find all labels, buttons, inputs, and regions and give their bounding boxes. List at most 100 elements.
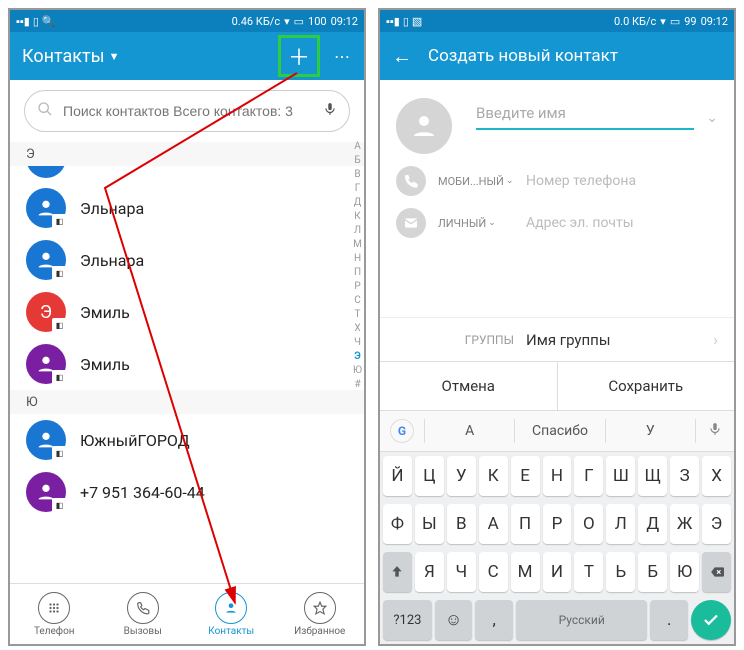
more-menu-button[interactable]: ⋯ xyxy=(334,47,352,66)
phone-input[interactable]: Номер телефона xyxy=(526,167,718,195)
index-letter[interactable]: К xyxy=(354,210,360,224)
contact-name: Эмиль xyxy=(80,303,130,322)
key-letter[interactable]: В xyxy=(447,504,476,544)
key-letter[interactable]: Ч xyxy=(447,552,476,592)
key-letter[interactable]: Г xyxy=(574,456,603,496)
key-123[interactable]: ?123 xyxy=(383,600,432,640)
avatar: Э◧ xyxy=(26,292,66,332)
email-type-dropdown[interactable]: ЛИЧНЫЙ⌄ xyxy=(438,217,514,230)
chevron-down-icon[interactable]: ▼ xyxy=(109,50,120,63)
wifi-icon: ▾ xyxy=(660,15,666,28)
nav-contacts[interactable]: Контакты xyxy=(187,584,276,644)
key-letter[interactable]: Л xyxy=(606,504,635,544)
name-input[interactable]: Введите имя xyxy=(476,104,694,130)
avatar-placeholder[interactable] xyxy=(396,98,452,154)
list-scroll[interactable]: Э ◧Эльнара ◧Эльнара Э◧ Эмиль ◧Эмиль Ю ◧Юж… xyxy=(10,142,364,583)
nav-telephone[interactable]: Телефон xyxy=(10,584,99,644)
key-comma[interactable]: , xyxy=(475,600,513,640)
key-letter[interactable]: О xyxy=(574,504,603,544)
mic-icon[interactable] xyxy=(323,100,337,122)
key-letter[interactable]: З xyxy=(670,456,699,496)
key-letter[interactable]: Х xyxy=(702,456,731,496)
save-button[interactable]: Сохранить xyxy=(558,362,735,410)
index-letter[interactable]: Э xyxy=(354,350,360,364)
key-backspace[interactable] xyxy=(702,552,731,592)
key-letter[interactable]: Б xyxy=(638,552,667,592)
key-letter[interactable]: Ы xyxy=(415,504,444,544)
key-letter[interactable]: С xyxy=(479,552,508,592)
index-letter[interactable]: Х xyxy=(354,322,360,336)
page-title[interactable]: Контакты xyxy=(22,46,105,67)
key-letter[interactable]: Ю xyxy=(670,552,699,592)
phone-type-dropdown[interactable]: МОБИ...НЫЙ⌄ xyxy=(438,175,514,188)
key-letter[interactable]: Щ xyxy=(638,456,667,496)
key-letter[interactable]: Т xyxy=(574,552,603,592)
key-letter[interactable]: Д xyxy=(638,504,667,544)
voice-input-icon[interactable] xyxy=(708,420,722,442)
google-icon[interactable]: G xyxy=(390,419,414,443)
key-letter[interactable]: Ш xyxy=(606,456,635,496)
avatar xyxy=(26,166,66,178)
contact-name: +7 951 364-60-44 xyxy=(80,483,205,502)
index-letter[interactable]: С xyxy=(354,294,361,308)
key-letter[interactable]: П xyxy=(511,504,540,544)
contact-row[interactable]: ◧ЮжныйГОРОД xyxy=(10,414,364,466)
search-box[interactable] xyxy=(24,90,350,132)
email-input[interactable]: Адрес эл. почты xyxy=(526,209,718,237)
suggestion[interactable]: У xyxy=(606,423,695,439)
index-letter[interactable]: Г xyxy=(355,182,361,196)
key-letter[interactable]: Э xyxy=(702,504,731,544)
key-letter[interactable]: М xyxy=(511,552,540,592)
search-input[interactable] xyxy=(61,102,317,120)
key-letter[interactable]: И xyxy=(543,552,572,592)
suggestion[interactable]: А xyxy=(425,423,514,439)
cancel-button[interactable]: Отмена xyxy=(380,362,558,410)
key-space[interactable]: Русский xyxy=(516,600,647,640)
key-letter[interactable]: Р xyxy=(543,504,572,544)
back-button[interactable]: ← xyxy=(392,44,412,69)
key-letter[interactable]: Ж xyxy=(670,504,699,544)
suggestion[interactable]: Спасибо xyxy=(515,423,604,439)
key-letter[interactable]: У xyxy=(447,456,476,496)
key-letter[interactable]: Й xyxy=(383,456,412,496)
index-letter[interactable]: Т xyxy=(355,308,361,322)
index-letter[interactable]: Н xyxy=(354,252,361,266)
key-letter[interactable]: Ь xyxy=(606,552,635,592)
contact-row[interactable]: ◧Эльнара xyxy=(10,182,364,234)
kb-row-3: ЯЧСМИТЬБЮ xyxy=(380,548,734,596)
alpha-index[interactable]: АБВГДКЛМНПРСТХЧЭЮ# xyxy=(353,142,362,392)
expand-name-icon[interactable]: ⌄ xyxy=(706,110,718,126)
index-letter[interactable]: Ч xyxy=(354,336,361,350)
contact-row[interactable]: ◧Эльнара xyxy=(10,234,364,286)
index-letter[interactable]: Б xyxy=(354,154,360,168)
data-rate: 0.0 КБ/с xyxy=(614,15,656,28)
contact-row[interactable]: Э◧ Эмиль xyxy=(10,286,364,338)
index-letter[interactable]: П xyxy=(354,266,361,280)
keyboard: ЙЦУКЕНГШЩЗХ ФЫВАПРОЛДЖЭ ЯЧСМИТЬБЮ ?123 ☺… xyxy=(380,452,734,644)
index-letter[interactable]: А xyxy=(354,142,361,154)
key-shift[interactable] xyxy=(383,552,412,592)
index-letter[interactable]: М xyxy=(353,238,362,252)
contact-row[interactable]: ◧+7 951 364-60-44 xyxy=(10,466,364,518)
index-letter[interactable]: Д xyxy=(354,196,362,210)
key-letter[interactable]: Е xyxy=(511,456,540,496)
index-letter[interactable]: Ю xyxy=(353,364,362,378)
index-letter[interactable]: Р xyxy=(354,280,360,294)
index-letter[interactable]: В xyxy=(354,168,360,182)
key-period[interactable]: . xyxy=(650,600,688,640)
nav-favorites[interactable]: Избранное xyxy=(276,584,365,644)
nav-calls[interactable]: Вызовы xyxy=(99,584,188,644)
key-emoji[interactable]: ☺ xyxy=(435,600,473,640)
key-letter[interactable]: А xyxy=(479,504,508,544)
key-letter[interactable]: К xyxy=(479,456,508,496)
key-letter[interactable]: Н xyxy=(543,456,572,496)
group-row[interactable]: ГРУППЫ Имя группы › xyxy=(380,317,734,361)
contact-row[interactable]: ◧Эмиль xyxy=(10,338,364,390)
index-letter[interactable]: Л xyxy=(354,224,361,238)
add-contact-button[interactable]: ＋ xyxy=(278,35,320,77)
key-letter[interactable]: Ф xyxy=(383,504,412,544)
key-enter[interactable] xyxy=(691,600,731,640)
key-letter[interactable]: Ц xyxy=(415,456,444,496)
key-letter[interactable]: Я xyxy=(415,552,444,592)
index-letter[interactable]: # xyxy=(354,378,360,392)
